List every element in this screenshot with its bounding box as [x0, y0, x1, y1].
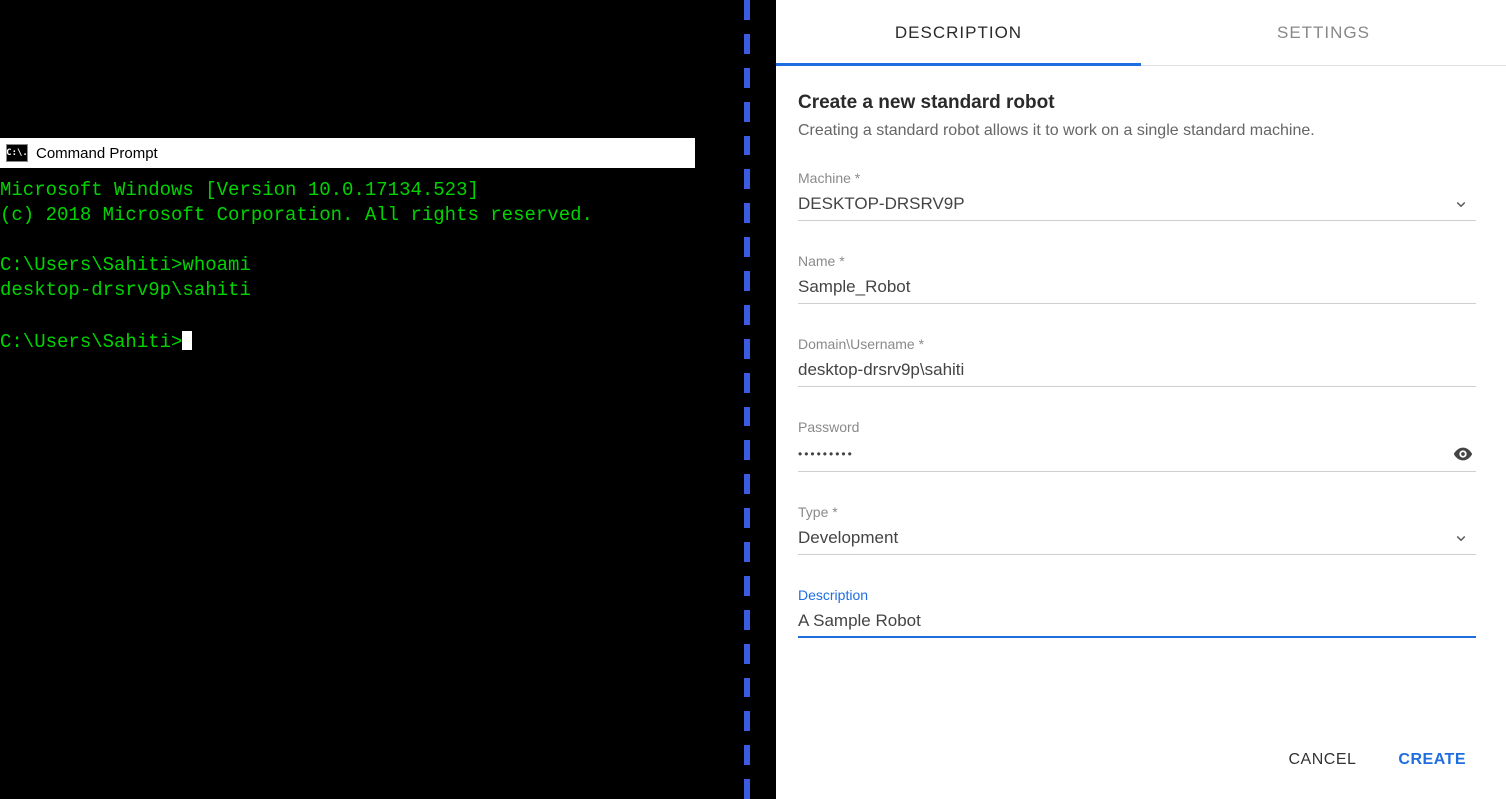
cmd-prompt: C:\Users\Sahiti>: [0, 331, 182, 353]
cursor-icon: [182, 331, 192, 350]
form-subtitle: Creating a standard robot allows it to w…: [798, 122, 1476, 140]
domain-username-label: Domain\Username *: [798, 336, 1476, 352]
field-name: Name *: [798, 253, 1476, 304]
tab-settings[interactable]: SETTINGS: [1141, 0, 1506, 65]
type-label: Type *: [798, 504, 1476, 520]
machine-label: Machine *: [798, 170, 1476, 186]
eye-icon[interactable]: [1452, 443, 1476, 465]
password-label: Password: [798, 419, 1476, 435]
domain-username-input[interactable]: [798, 360, 1476, 380]
form-title: Create a new standard robot: [798, 92, 1476, 114]
form-actions: CANCEL CREATE: [776, 725, 1506, 799]
cmd-line: (c) 2018 Microsoft Corporation. All righ…: [0, 204, 593, 226]
description-label: Description: [798, 587, 1476, 603]
name-input[interactable]: [798, 277, 1476, 297]
command-prompt-title: Command Prompt: [36, 145, 158, 162]
machine-select[interactable]: [798, 194, 1452, 214]
chevron-down-icon[interactable]: [1452, 195, 1476, 213]
command-prompt-titlebar: C:\. Command Prompt: [0, 138, 695, 168]
create-button[interactable]: CREATE: [1394, 745, 1470, 775]
command-prompt-pane: C:\. Command Prompt Microsoft Windows [V…: [0, 0, 776, 799]
field-machine: Machine *: [798, 170, 1476, 221]
robot-form-pane: DESCRIPTION SETTINGS Create a new standa…: [776, 0, 1506, 799]
field-password: Password: [798, 419, 1476, 472]
cancel-button[interactable]: CANCEL: [1285, 745, 1361, 775]
tab-description[interactable]: DESCRIPTION: [776, 0, 1141, 65]
field-description: Description: [798, 587, 1476, 638]
cmd-line: desktop-drsrv9p\sahiti: [0, 279, 251, 301]
command-prompt-icon: C:\.: [6, 144, 28, 162]
field-type: Type *: [798, 504, 1476, 555]
description-input[interactable]: [798, 611, 1476, 631]
field-domain-username: Domain\Username *: [798, 336, 1476, 387]
command-prompt-output[interactable]: Microsoft Windows [Version 10.0.17134.52…: [0, 178, 695, 355]
vertical-divider: [744, 0, 750, 799]
chevron-down-icon[interactable]: [1452, 529, 1476, 547]
cmd-line: Microsoft Windows [Version 10.0.17134.52…: [0, 179, 479, 201]
tab-bar: DESCRIPTION SETTINGS: [776, 0, 1506, 66]
cmd-line: C:\Users\Sahiti>whoami: [0, 254, 251, 276]
password-input[interactable]: [798, 447, 1452, 461]
name-label: Name *: [798, 253, 1476, 269]
form-area: Create a new standard robot Creating a s…: [776, 66, 1506, 725]
type-select[interactable]: [798, 528, 1452, 548]
